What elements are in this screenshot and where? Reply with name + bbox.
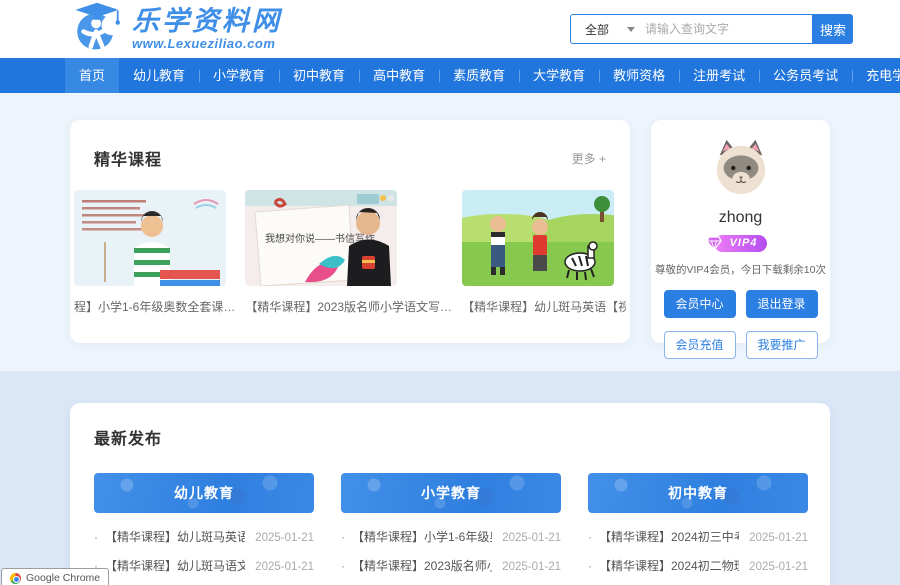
course-card[interactable]: 我想对你说——书信写作 【精华课程】2023版名师小学语文写…: [245, 190, 452, 315]
featured-section-title: 精华课程: [94, 146, 162, 170]
promote-button[interactable]: 我要推广: [746, 331, 818, 359]
course-caption: 程】小学1-6年级奥数全套课…: [74, 298, 235, 315]
bullet-icon: ·: [341, 530, 345, 544]
latest-section-title: 最新发布: [94, 425, 806, 449]
bullet-icon: ·: [341, 559, 345, 573]
username: zhong: [651, 209, 830, 227]
bullet-icon: ·: [94, 530, 98, 544]
vip-label: VIP4: [730, 238, 758, 249]
user-panel: zhong VIP4 尊敬的VIP4会员，今日下载剩余10次 会员中心 退出登录…: [651, 120, 830, 343]
primary-banner[interactable]: 小学教育: [341, 473, 561, 513]
nav-item-home[interactable]: 首页: [65, 58, 119, 93]
nav-item-charging-school[interactable]: 充电学堂: [852, 58, 900, 93]
chevron-down-icon: [627, 27, 635, 32]
recharge-button[interactable]: 会员充值: [664, 331, 736, 359]
site-url: www.Lexueziliao.com: [132, 37, 282, 51]
course-thumbnail-classroom: [74, 190, 226, 286]
list-item[interactable]: · 【精华课程】2024初三中考语文A+春季… 2025-01-21: [588, 522, 808, 551]
course-thumbnail-letter-writing: 我想对你说——书信写作: [245, 190, 397, 286]
course-carousel: 程】小学1-6年级奥数全套课…: [74, 190, 626, 315]
chrome-icon: [10, 573, 21, 584]
list-item[interactable]: · 【精华课程】小学思维导图记800单词… 2025-01-20: [341, 580, 561, 585]
search-category-value: 全部: [585, 21, 609, 38]
vip-download-note: 尊敬的VIP4会员，今日下载剩余10次: [651, 262, 830, 277]
course-thumbnail-zebra-field: [462, 190, 614, 286]
site-title: 乐学资料网: [132, 7, 282, 35]
nav-item-quality-education[interactable]: 素质教育: [439, 58, 519, 93]
featured-more-link[interactable]: 更多 +: [572, 150, 606, 167]
site-header: 乐学资料网 www.Lexueziliao.com 全部 搜索: [0, 0, 900, 58]
logo-text: 乐学资料网 www.Lexueziliao.com: [132, 7, 282, 51]
site-logo[interactable]: 乐学资料网 www.Lexueziliao.com: [70, 1, 282, 58]
latest-column-junior: 初中教育 · 【精华课程】2024初三中考语文A+春季… 2025-01-21 …: [588, 473, 808, 585]
member-center-button[interactable]: 会员中心: [664, 290, 736, 318]
chrome-tooltip-label: Google Chrome: [26, 572, 100, 584]
nav-item-teacher-certificate[interactable]: 教师资格: [599, 58, 679, 93]
search-category-select[interactable]: 全部: [571, 21, 645, 38]
diamond-icon: [706, 236, 722, 256]
bullet-icon: ·: [588, 559, 592, 573]
latest-column-primary: 小学教育 · 【精华课程】小学1-6年级奥数全套课程… 2025-01-21 ·…: [341, 473, 561, 585]
featured-courses-panel: 精华课程 更多 +: [70, 120, 630, 343]
nav-item-preschool-education[interactable]: 幼儿教育: [119, 58, 199, 93]
nav-item-junior-education[interactable]: 初中教育: [279, 58, 359, 93]
graduation-cap-logo-icon: [70, 1, 124, 58]
course-card[interactable]: 程】小学1-6年级奥数全套课…: [74, 190, 235, 315]
list-item[interactable]: · 【精华课程】幼儿斑马语文【视频181.7… 2025-01-21: [94, 551, 314, 580]
logout-button[interactable]: 退出登录: [746, 290, 818, 318]
user-avatar-cat[interactable]: [712, 138, 770, 196]
nav-item-university-education[interactable]: 大学教育: [519, 58, 599, 93]
search-button[interactable]: 搜索: [813, 14, 853, 44]
nav-item-senior-education[interactable]: 高中教育: [359, 58, 439, 93]
nav-item-civil-service-exam[interactable]: 公务员考试: [759, 58, 852, 93]
latest-column-preschool: 幼儿教育 · 【精华课程】幼儿斑马英语【视频151.2… 2025-01-21 …: [94, 473, 314, 585]
list-item[interactable]: · 【精华课程】2024初二物理S寒假班+春… 2025-01-21: [588, 551, 808, 580]
bullet-icon: ·: [588, 530, 592, 544]
junior-banner[interactable]: 初中教育: [588, 473, 808, 513]
chrome-status-tooltip: Google Chrome: [1, 568, 109, 585]
search-input[interactable]: [645, 22, 812, 36]
main-nav: 首页 幼儿教育 小学教育 初中教育 高中教育 素质教育 大学教育 教师资格 注册…: [0, 58, 900, 93]
search-bar: 全部 搜索: [570, 14, 853, 44]
list-item[interactable]: · 【精华课程】用思维导图搞定语数英，… 2025-01-20: [588, 580, 808, 585]
course-caption: 【精华课程】幼儿斑马英语【视频151…: [462, 298, 626, 315]
list-item[interactable]: · 【精华课程】斑马百科【视频63.24G】 2025-01-20: [94, 580, 314, 585]
latest-releases-panel: 最新发布 幼儿教育 · 【精华课程】幼儿斑马英语【视频151.2… 2025-0…: [70, 403, 830, 585]
course-caption: 【精华课程】2023版名师小学语文写…: [245, 298, 452, 315]
preschool-banner[interactable]: 幼儿教育: [94, 473, 314, 513]
nav-item-primary-education[interactable]: 小学教育: [199, 58, 279, 93]
course-card[interactable]: 【精华课程】幼儿斑马英语【视频151…: [462, 190, 626, 315]
list-item[interactable]: · 【精华课程】2023版名师小学语文写作… 2025-01-21: [341, 551, 561, 580]
nav-item-registered-exam[interactable]: 注册考试: [679, 58, 759, 93]
search-box: 全部: [570, 14, 813, 44]
vip-badge: VIP4: [714, 235, 768, 252]
list-item[interactable]: · 【精华课程】幼儿斑马英语【视频151.2… 2025-01-21: [94, 522, 314, 551]
list-item[interactable]: · 【精华课程】小学1-6年级奥数全套课程… 2025-01-21: [341, 522, 561, 551]
